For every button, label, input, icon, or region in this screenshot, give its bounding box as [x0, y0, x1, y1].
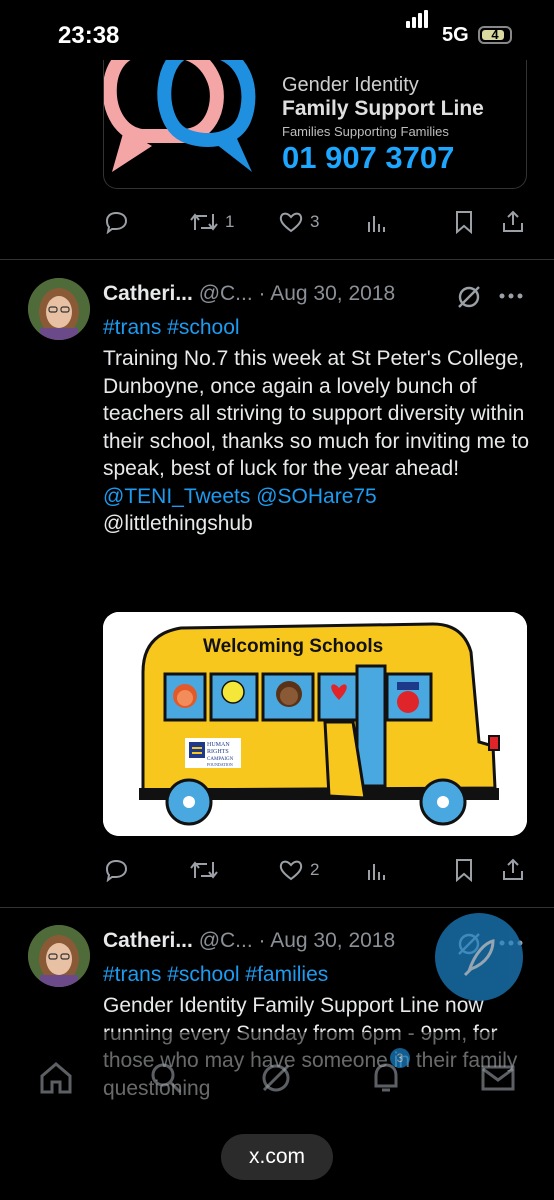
share-icon — [503, 858, 523, 880]
tweet-date[interactable]: · Aug 30, 2018 — [259, 929, 396, 952]
bookmark-icon — [456, 859, 472, 882]
tweet-date[interactable]: · Aug 30, 2018 — [259, 282, 396, 305]
retweet-button[interactable]: 1 — [189, 210, 234, 234]
divider — [0, 259, 554, 260]
hashtags[interactable]: #trans #school — [103, 316, 240, 340]
more-icon[interactable] — [498, 292, 524, 300]
tweet-text: Training No.7 this week at St Peter's Co… — [103, 345, 533, 538]
banner-line3: Families Supporting Families — [282, 124, 449, 139]
avatar[interactable] — [28, 925, 90, 987]
tweet-body: Training No.7 this week at St Peter's Co… — [103, 347, 530, 480]
compose-button[interactable] — [435, 913, 523, 1001]
avatar-photo — [28, 278, 90, 340]
bookmark-icon — [456, 211, 472, 234]
tweet-actions: 1 3 — [103, 210, 528, 240]
notification-badge: 3 — [390, 1048, 410, 1068]
school-bus-illustration: HUMAN RIGHTS CAMPAIGN FOUNDATION Welcomi… — [103, 612, 527, 836]
heart-icon — [279, 860, 303, 881]
home-icon[interactable] — [38, 1060, 74, 1096]
author-name[interactable]: Catheri... — [103, 282, 193, 305]
retweet-count: 1 — [225, 212, 235, 231]
author-handle[interactable]: @C... — [199, 282, 253, 305]
banner-phone: 01 907 3707 — [282, 140, 455, 175]
mention-links[interactable]: @TENI_Tweets @SOHare75 — [103, 485, 377, 508]
tweet-image-bus[interactable]: HUMAN RIGHTS CAMPAIGN FOUNDATION Welcomi… — [103, 612, 527, 836]
search-icon[interactable] — [148, 1060, 184, 1096]
tweet-actions: 2 — [103, 858, 528, 888]
author-handle[interactable]: @C... — [199, 929, 253, 952]
bookmark-button[interactable] — [453, 210, 475, 234]
retweet-button[interactable] — [189, 858, 219, 882]
support-line-image[interactable]: Gender Identity Family Support Line Fami… — [103, 60, 527, 189]
avatar-photo — [28, 925, 90, 987]
like-button[interactable]: 3 — [278, 210, 319, 234]
reply-button[interactable] — [103, 858, 129, 882]
reply-icon — [105, 859, 128, 882]
battery-icon: 4 — [478, 26, 512, 44]
divider — [0, 907, 554, 908]
logo-text1: HUMAN — [207, 742, 230, 748]
share-button[interactable] — [501, 210, 525, 234]
feather-icon — [463, 939, 495, 977]
share-button[interactable] — [501, 858, 525, 882]
banner-line1: Gender Identity — [282, 74, 419, 96]
like-count: 3 — [310, 212, 320, 231]
views-button[interactable] — [365, 858, 389, 882]
retweet-icon — [190, 861, 218, 879]
mention-text[interactable]: @littlethingshub — [103, 512, 253, 535]
heart-icon — [279, 212, 303, 233]
logo-text4: FOUNDATION — [207, 762, 233, 767]
like-button[interactable]: 2 — [278, 858, 319, 882]
analytics-icon — [368, 864, 385, 880]
bus-title: Welcoming Schools — [203, 636, 383, 657]
grok-tab-icon[interactable] — [258, 1060, 294, 1096]
reply-icon — [105, 211, 128, 234]
reply-button[interactable] — [103, 210, 129, 234]
banner-line2: Family Support Line — [282, 97, 484, 120]
tweet-header: Catheri... @C... · Aug 30, 2018 — [103, 282, 395, 306]
like-count: 2 — [310, 860, 320, 879]
avatar[interactable] — [28, 278, 90, 340]
mail-icon[interactable] — [480, 1060, 516, 1096]
grok-icon[interactable] — [455, 283, 483, 311]
url-pill[interactable]: x.com — [221, 1134, 333, 1180]
tweet-header: Catheri... @C... · Aug 30, 2018 — [103, 929, 395, 953]
analytics-icon — [368, 216, 385, 232]
retweet-icon — [190, 213, 218, 231]
logo-text2: RIGHTS — [207, 749, 229, 755]
share-icon — [503, 210, 523, 232]
battery-level: 4 — [491, 27, 499, 42]
bookmark-button[interactable] — [453, 858, 475, 882]
network-label: 5G — [442, 24, 469, 46]
views-button[interactable] — [365, 210, 389, 234]
status-time: 23:38 — [58, 22, 120, 49]
speech-bubbles-logo — [104, 60, 256, 172]
hashtags[interactable]: #trans #school #families — [103, 963, 328, 987]
author-name[interactable]: Catheri... — [103, 929, 193, 952]
